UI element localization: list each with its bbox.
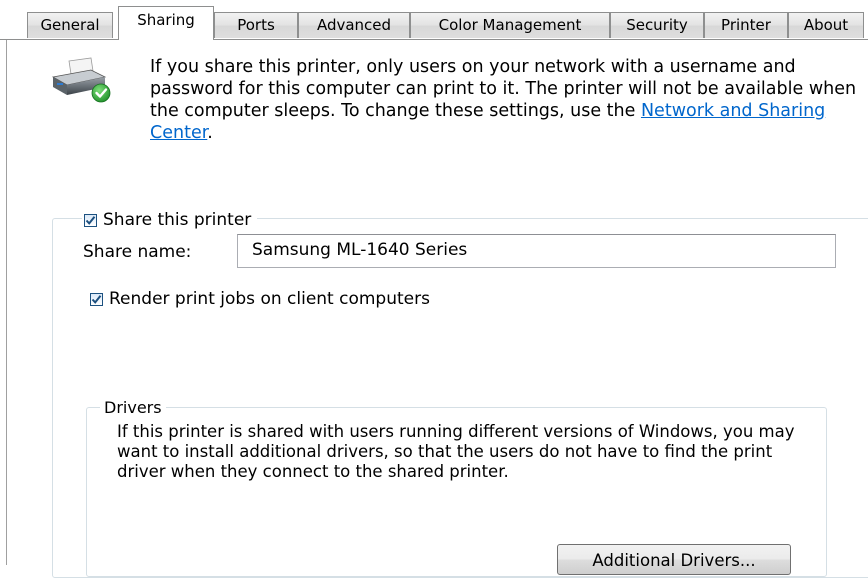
printer-shared-icon xyxy=(47,55,117,105)
additional-drivers-button[interactable]: Additional Drivers... xyxy=(557,544,791,575)
tab-general[interactable]: General xyxy=(27,12,113,38)
tab-sharing[interactable]: Sharing xyxy=(118,6,214,40)
tab-about[interactable]: About xyxy=(788,12,864,38)
tab-color-management[interactable]: Color Management xyxy=(410,12,610,38)
render-client-label: Render print jobs on client computers xyxy=(109,289,430,309)
checkbox-checked-icon[interactable] xyxy=(84,213,97,227)
drivers-legend: Drivers xyxy=(100,398,166,418)
share-name-label: Share name: xyxy=(83,242,192,262)
intro-text: If you share this printer, only users on… xyxy=(150,57,857,143)
share-name-input[interactable]: Samsung ML-1640 Series xyxy=(237,234,836,268)
drivers-description: If this printer is shared with users run… xyxy=(117,422,795,481)
share-this-printer-label: Share this printer xyxy=(103,210,252,230)
checkbox-checked-icon[interactable] xyxy=(90,292,103,306)
tab-strip: General Sharing Ports Advanced Color Man… xyxy=(0,0,868,40)
render-client-checkbox[interactable]: Render print jobs on client computers xyxy=(90,289,430,309)
tab-ports[interactable]: Ports xyxy=(214,12,298,38)
tab-printer[interactable]: Printer xyxy=(704,12,788,38)
tab-advanced[interactable]: Advanced xyxy=(298,12,410,38)
share-this-printer-checkbox[interactable]: Share this printer xyxy=(82,210,258,230)
panel-left-border xyxy=(6,39,7,565)
tab-security[interactable]: Security xyxy=(610,12,704,38)
